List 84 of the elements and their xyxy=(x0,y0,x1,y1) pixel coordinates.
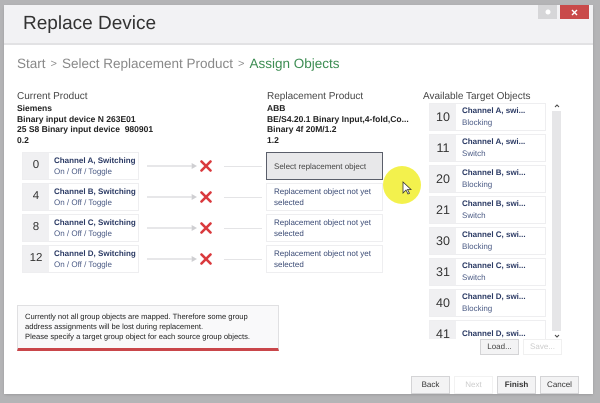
scroll-up-icon xyxy=(554,103,560,109)
object-title: Channel C, swi... xyxy=(462,229,526,241)
object-number: 41 xyxy=(430,321,456,339)
replacement-object-slot[interactable]: Replacement object not yet selected xyxy=(266,245,383,273)
arrow-icon xyxy=(147,256,197,262)
object-function: Switch xyxy=(462,210,487,222)
object-number: 11 xyxy=(430,135,456,161)
object-function: Switch xyxy=(462,148,487,160)
list-button[interactable]: Load... xyxy=(480,339,519,355)
replacement-object-slot[interactable]: Replacement object not yet selected xyxy=(266,183,383,211)
window-title: Replace Device xyxy=(23,12,156,36)
object-function: Blocking xyxy=(462,241,494,253)
source-object[interactable]: 12 Channel D, Switching On / Off / Toggle xyxy=(22,245,139,273)
settings-button[interactable] xyxy=(538,5,557,19)
pointer-icon xyxy=(402,181,412,195)
replacement-object-slot[interactable]: Replacement object not yet selected xyxy=(266,214,383,242)
object-function: Blocking xyxy=(462,179,494,191)
settings-icon xyxy=(544,9,550,15)
object-title: Channel A, swi... xyxy=(462,136,526,148)
object-title: Channel D, Switching xyxy=(54,248,136,259)
object-title: Channel B, Switching xyxy=(54,186,136,197)
object-title: Channel C, swi... xyxy=(462,260,526,272)
source-object[interactable]: 4 Channel B, Switching On / Off / Toggle xyxy=(22,183,139,211)
object-number: 4 xyxy=(23,184,49,210)
breadcrumb-step[interactable]: Select Replacement Product xyxy=(62,54,234,74)
footer-button[interactable]: Cancel xyxy=(540,376,579,394)
object-function: Switch xyxy=(462,272,487,284)
object-function: Blocking xyxy=(462,303,494,315)
footer-button[interactable]: Finish xyxy=(497,376,536,394)
target-object[interactable]: 11 Channel A, swi... Switch xyxy=(429,134,546,162)
product-info: 0.2 xyxy=(17,134,30,146)
object-number: 40 xyxy=(430,290,456,316)
section-heading: Replacement Product xyxy=(267,91,364,104)
target-object[interactable]: 40 Channel D, swi... Blocking xyxy=(429,289,546,317)
scroll-down-icon xyxy=(554,333,560,339)
object-number: 31 xyxy=(430,259,456,285)
close-icon xyxy=(571,8,578,16)
target-object[interactable]: 21 Channel B, swi... Switch xyxy=(429,196,546,224)
product-info: ABB xyxy=(267,103,286,114)
footer-button[interactable]: Back xyxy=(411,376,450,394)
target-object[interactable]: 10 Channel A, swi... Blocking xyxy=(429,103,546,131)
target-object[interactable]: 30 Channel C, swi... Blocking xyxy=(429,227,546,255)
scrollbar[interactable] xyxy=(552,103,561,339)
product-info: 1.2 xyxy=(267,134,280,146)
product-info: BE/S4.20.1 Binary Input,4-fold,Co... xyxy=(267,114,410,124)
object-title: Channel A, Switching xyxy=(54,155,136,166)
product-info: Binary 4f 20M/1.2 xyxy=(267,124,338,135)
product-info: Binary input device N 263E01 xyxy=(17,114,137,124)
arrow-icon xyxy=(147,194,197,200)
close-button[interactable] xyxy=(560,5,589,19)
object-number: 10 xyxy=(430,104,456,130)
object-function: Blocking xyxy=(462,117,494,129)
object-title: Channel D, swi... xyxy=(462,328,526,339)
object-function: On / Off / Toggle xyxy=(54,228,113,239)
breadcrumb-step[interactable]: Assign Objects xyxy=(249,54,340,74)
product-info: 25 S8 Binary input device 980901 xyxy=(17,124,154,135)
breadcrumb-step[interactable]: Start xyxy=(17,54,46,74)
breadcrumb-separator: > xyxy=(50,56,57,72)
breadcrumb-separator: > xyxy=(238,56,244,72)
object-number: 0 xyxy=(23,153,49,179)
arrow-icon xyxy=(147,163,197,169)
object-number: 12 xyxy=(23,246,49,272)
replacement-object-slot[interactable]: Select replacement object xyxy=(266,152,383,180)
object-number: 20 xyxy=(430,166,456,192)
target-object[interactable]: 20 Channel B, swi... Blocking xyxy=(429,165,546,193)
object-function: On / Off / Toggle xyxy=(54,259,113,270)
object-function: On / Off / Toggle xyxy=(54,197,113,208)
source-object[interactable]: 0 Channel A, Switching On / Off / Toggle xyxy=(22,152,139,180)
object-title: Channel A, swi... xyxy=(462,105,526,117)
arrow-icon xyxy=(147,225,197,231)
object-number: 30 xyxy=(430,228,456,254)
section-heading: Current Product xyxy=(17,91,89,104)
target-object[interactable]: 41 Channel D, swi... xyxy=(429,320,546,339)
object-title: Channel B, swi... xyxy=(462,198,526,210)
object-title: Channel D, swi... xyxy=(462,291,526,303)
object-number: 8 xyxy=(23,215,49,241)
object-title: Channel B, swi... xyxy=(462,167,526,179)
object-number: 21 xyxy=(430,197,456,223)
object-function: On / Off / Toggle xyxy=(54,166,113,177)
target-object[interactable]: 31 Channel C, swi... Switch xyxy=(429,258,546,286)
object-title: Channel C, Switching xyxy=(54,217,136,228)
source-object[interactable]: 8 Channel C, Switching On / Off / Toggle xyxy=(22,214,139,242)
product-info: Siemens xyxy=(17,103,53,114)
section-heading: Available Target Objects xyxy=(423,91,530,104)
